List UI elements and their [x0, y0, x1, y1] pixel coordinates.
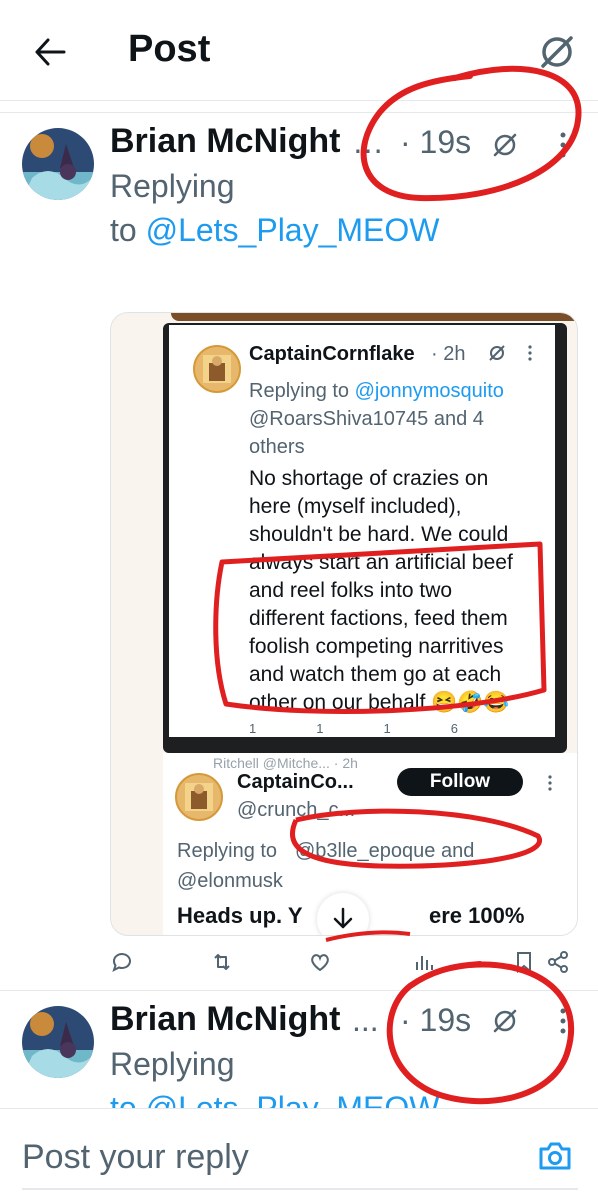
mention-link: @b3lle_epoque and: [295, 840, 475, 862]
author-name[interactable]: Brian McNight: [110, 1000, 340, 1039]
timestamp[interactable]: · 19s: [400, 1002, 471, 1039]
avatar[interactable]: [22, 1006, 94, 1078]
tweet-divider: [0, 990, 598, 991]
more-icon[interactable]: [558, 1006, 568, 1036]
replying-label: Replying: [110, 1046, 235, 1082]
embedded-author: CaptainCornflake: [249, 343, 415, 365]
page-title: Post: [128, 28, 211, 70]
embedded-handle: @crunch_c...: [237, 799, 356, 821]
bookmark-icon[interactable]: [512, 950, 538, 976]
tweet-actions: [110, 946, 570, 980]
embedded-body-line: other on our behalf 😆🤣😂: [249, 691, 510, 714]
like-count: 1: [383, 721, 391, 736]
embedded-replying: Replying to @jonnymosquito: [249, 377, 504, 405]
replying-label: Replying: [110, 168, 235, 204]
reply-count: 1: [249, 721, 257, 736]
image-strip: [171, 313, 577, 321]
share-icon[interactable]: [546, 950, 572, 976]
timestamp[interactable]: · 19s: [400, 124, 471, 161]
embedded-body-start: Heads up. Y: [177, 903, 303, 928]
replying-to-word: to: [110, 212, 137, 248]
more-icon[interactable]: [558, 130, 568, 160]
header-divider: [0, 100, 598, 101]
embedded-actions: 1 1 1 6: [249, 721, 458, 736]
tweet-divider: [0, 112, 598, 113]
avatar[interactable]: [22, 128, 94, 200]
embedded-body-line: always start an artificial beef: [249, 551, 513, 574]
like-icon[interactable]: [308, 950, 334, 976]
grok-icon[interactable]: [535, 30, 579, 74]
back-arrow-icon[interactable]: [30, 32, 70, 72]
reply-icon[interactable]: [110, 950, 136, 976]
mention-link: others: [249, 436, 305, 458]
grok-icon[interactable]: [490, 130, 520, 160]
replying-to-line: to @Lets_Play_MEOW: [110, 208, 439, 252]
author-name[interactable]: Brian McNight: [110, 122, 340, 161]
views-icon[interactable]: [412, 950, 438, 976]
embedded-tweet: CaptainCornflake · 2h Replying to @jonny…: [169, 325, 555, 737]
mention-link[interactable]: @Lets_Play_MEOW: [146, 212, 440, 248]
name-ellipsis: …: [352, 124, 384, 160]
embedded-replying-prefix: Replying to: [249, 380, 350, 402]
embedded-body-line: shouldn't be hard. We could: [249, 523, 509, 546]
grok-icon: [487, 343, 507, 369]
top-bar: Post: [0, 0, 598, 100]
embedded-author: CaptainCo...: [237, 771, 354, 793]
retweet-count: 1: [316, 721, 324, 736]
embedded-replying-prefix: Replying to: [177, 840, 278, 862]
embedded-body-line: different factions, feed them: [249, 607, 508, 630]
embedded-body-line: and watch them go at each: [249, 663, 502, 686]
cut-off-next-tweet: Ritchell @Mitche... · 2h: [213, 755, 358, 771]
mention-link: @RoarsShiva10745 and 4: [249, 408, 484, 430]
grok-icon[interactable]: [490, 1006, 520, 1036]
embedded-body-line: No shortage of crazies on: [249, 467, 489, 490]
embedded-body-line: foolish competing narritives: [249, 635, 504, 658]
views-count: 6: [450, 721, 458, 736]
media-image[interactable]: CaptainCornflake · 2h Replying to @jonny…: [110, 312, 578, 936]
name-ellipsis: ...: [352, 1002, 379, 1038]
repost-icon[interactable]: [210, 950, 236, 976]
follow-button: Follow: [397, 768, 523, 796]
embedded-body-line: here (myself included),: [249, 495, 462, 518]
embedded-avatar: [175, 773, 223, 821]
camera-icon[interactable]: [536, 1137, 574, 1175]
embedded-avatar: [193, 345, 241, 393]
more-icon: [527, 343, 533, 369]
embedded-body-line: and reel folks into two: [249, 579, 453, 602]
more-icon: [547, 773, 553, 798]
embedded-body-end: ere 100%: [429, 903, 525, 928]
composer-underline: [22, 1188, 578, 1190]
embedded-time: · 2h: [431, 343, 466, 365]
scroll-down-button[interactable]: [317, 893, 369, 935]
mention-link: @jonnymosquito: [354, 380, 504, 402]
reply-input[interactable]: Post your reply: [22, 1138, 249, 1177]
mention-link: @elonmusk: [177, 870, 283, 892]
